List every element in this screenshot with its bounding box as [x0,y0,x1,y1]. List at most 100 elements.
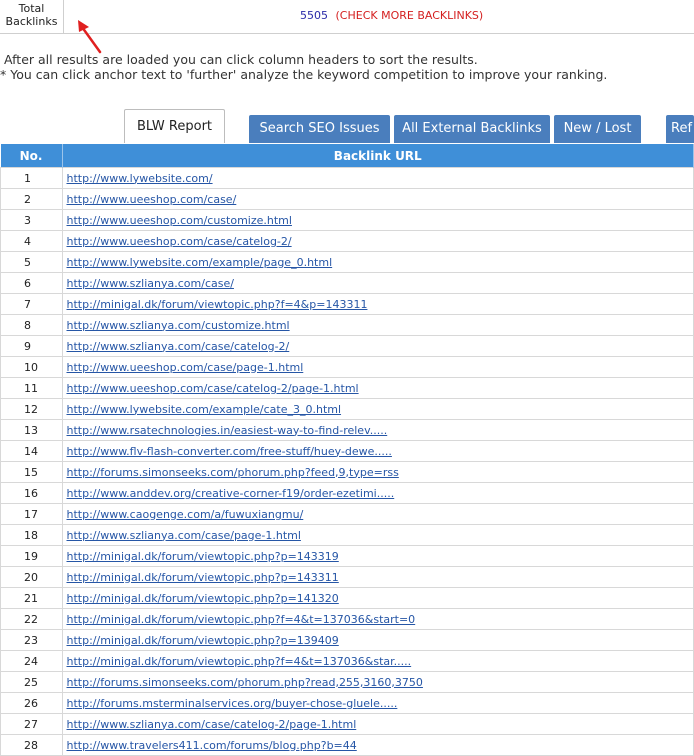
backlink-url-link[interactable]: http://minigal.dk/forum/viewtopic.php?f=… [67,613,416,626]
backlink-url-cell: http://www.ueeshop.com/case/catelog-2/ [61,230,694,252]
backlink-url-link[interactable]: http://forums.simonseeks.com/phorum.php?… [67,676,423,689]
row-number: 14 [0,440,63,462]
backlink-url-cell: http://forums.simonseeks.com/phorum.php?… [61,671,694,693]
backlink-url-cell: http://www.anddev.org/creative-corner-f1… [61,482,694,504]
total-backlinks-value: 5505 (CHECK MORE BACKLINKS) [300,9,483,22]
backlink-url-link[interactable]: http://minigal.dk/forum/viewtopic.php?p=… [67,634,339,647]
row-number: 28 [0,734,63,756]
table-row: 13 http://www.rsatechnologies.in/easiest-… [0,419,694,441]
table-row: 15 http://forums.simonseeks.com/phorum.ph… [0,461,694,483]
backlink-url-cell: http://minigal.dk/forum/viewtopic.php?p=… [61,587,694,609]
row-number: 11 [0,377,63,399]
row-number: 27 [0,713,63,735]
tab-ref[interactable]: Ref [666,115,694,143]
table-row: 6 http://www.szlianya.com/case/ [0,272,694,294]
backlink-url-cell: http://forums.msterminalservices.org/buy… [61,692,694,714]
backlink-url-link[interactable]: http://www.lywebsite.com/example/page_0.… [67,256,333,269]
backlink-url-cell: http://minigal.dk/forum/viewtopic.php?p=… [61,545,694,567]
tab-all-external-backlinks[interactable]: All External Backlinks [394,115,550,143]
table-row: 2 http://www.ueeshop.com/case/ [0,188,694,210]
row-number: 21 [0,587,63,609]
total-label-line2: Backlinks [5,15,58,28]
backlink-url-link[interactable]: http://www.lywebsite.com/ [67,172,213,185]
backlink-url-link[interactable]: http://forums.simonseeks.com/phorum.php?… [67,466,399,479]
backlink-url-link[interactable]: http://www.szlianya.com/case/catelog-2/ [67,340,290,353]
backlink-url-cell: http://www.lywebsite.com/ [61,167,694,189]
row-number: 23 [0,629,63,651]
row-number: 15 [0,461,63,483]
backlink-url-link[interactable]: http://www.travelers411.com/forums/blog.… [67,739,357,752]
row-number: 19 [0,545,63,567]
backlink-url-link[interactable]: http://minigal.dk/forum/viewtopic.php?p=… [67,571,339,584]
backlink-url-cell: http://www.lywebsite.com/example/cate_3_… [61,398,694,420]
backlink-url-link[interactable]: http://www.szlianya.com/case/catelog-2/p… [67,718,357,731]
instructions-line2: * You can click anchor text to 'further'… [0,66,608,82]
table-row: 8 http://www.szlianya.com/customize.html [0,314,694,336]
instructions: After all results are loaded you can cli… [0,52,607,82]
backlink-url-link[interactable]: http://www.ueeshop.com/case/ [67,193,237,206]
table-row: 9 http://www.szlianya.com/case/catelog-2/ [0,335,694,357]
backlink-url-cell: http://www.ueeshop.com/case/catelog-2/pa… [61,377,694,399]
backlink-url-link[interactable]: http://minigal.dk/forum/viewtopic.php?p=… [67,592,339,605]
backlink-url-link[interactable]: http://forums.msterminalservices.org/buy… [67,697,398,710]
table-row: 3 http://www.ueeshop.com/customize.html [0,209,694,231]
backlink-url-cell: http://www.szlianya.com/customize.html [61,314,694,336]
backlink-url-cell: http://www.ueeshop.com/case/page-1.html [61,356,694,378]
row-number: 12 [0,398,63,420]
backlink-url-link[interactable]: http://www.lywebsite.com/example/cate_3_… [67,403,342,416]
table-row: 14 http://www.flv-flash-converter.com/fre… [0,440,694,462]
table-row: 5 http://www.lywebsite.com/example/page_0… [0,251,694,273]
total-label-line1: Total [18,2,45,15]
table-row: 26 http://forums.msterminalservices.org/b… [0,692,694,714]
table-row: 27 http://www.szlianya.com/case/catelog-2… [0,713,694,735]
backlink-url-link[interactable]: http://minigal.dk/forum/viewtopic.php?f=… [67,655,412,668]
row-number: 9 [0,335,63,357]
column-header-backlink-url[interactable]: Backlink URL [62,144,694,168]
backlink-url-cell: http://www.ueeshop.com/customize.html [61,209,694,231]
backlink-url-link[interactable]: http://www.caogenge.com/a/fuwuxiangmu/ [67,508,304,521]
backlink-url-link[interactable]: http://www.ueeshop.com/customize.html [67,214,292,227]
tab-blw-report[interactable]: BLW Report [124,109,225,143]
backlink-url-cell: http://minigal.dk/forum/viewtopic.php?f=… [61,650,694,672]
tab-new-lost[interactable]: New / Lost [554,115,641,143]
column-header-no[interactable]: No. [0,144,63,168]
backlink-url-link[interactable]: http://www.flv-flash-converter.com/free-… [67,445,392,458]
row-number: 17 [0,503,63,525]
backlink-url-link[interactable]: http://www.szlianya.com/case/ [67,277,234,290]
row-number: 24 [0,650,63,672]
backlink-url-link[interactable]: http://minigal.dk/forum/viewtopic.php?p=… [67,550,339,563]
table-row: 21 http://minigal.dk/forum/viewtopic.php?… [0,587,694,609]
instructions-line1: After all results are loaded you can cli… [4,52,478,67]
backlink-url-link[interactable]: http://www.ueeshop.com/case/catelog-2/ [67,235,292,248]
report-tabs: BLW Report Search SEO Issues All Externa… [0,108,694,144]
row-number: 3 [0,209,63,231]
row-number: 4 [0,230,63,252]
row-number: 22 [0,608,63,630]
table-row: 28 http://www.travelers411.com/forums/blo… [0,734,694,756]
backlink-url-cell: http://minigal.dk/forum/viewtopic.php?p=… [61,566,694,588]
row-number: 25 [0,671,63,693]
backlink-url-cell: http://www.caogenge.com/a/fuwuxiangmu/ [61,503,694,525]
total-backlinks-label: Total Backlinks [0,0,64,33]
backlink-url-link[interactable]: http://www.szlianya.com/customize.html [67,319,290,332]
table-row: 22 http://minigal.dk/forum/viewtopic.php?… [0,608,694,630]
backlink-url-link[interactable]: http://www.rsatechnologies.in/easiest-wa… [67,424,388,437]
row-number: 20 [0,566,63,588]
table-row: 12 http://www.lywebsite.com/example/cate_… [0,398,694,420]
row-number: 13 [0,419,63,441]
backlink-url-cell: http://www.flv-flash-converter.com/free-… [61,440,694,462]
backlink-url-cell: http://www.lywebsite.com/example/page_0.… [61,251,694,273]
row-number: 16 [0,482,63,504]
table-row: 11 http://www.ueeshop.com/case/catelog-2/… [0,377,694,399]
table-header-row: No. Backlink URL [0,144,694,168]
backlink-url-link[interactable]: http://www.szlianya.com/case/page-1.html [67,529,301,542]
backlink-url-link[interactable]: http://minigal.dk/forum/viewtopic.php?f=… [67,298,368,311]
tab-search-seo-issues[interactable]: Search SEO Issues [249,115,390,143]
backlink-url-link[interactable]: http://www.anddev.org/creative-corner-f1… [67,487,395,500]
check-more-backlinks-link[interactable]: (CHECK MORE BACKLINKS) [336,9,484,22]
row-number: 1 [0,167,63,189]
backlink-url-cell: http://minigal.dk/forum/viewtopic.php?f=… [61,608,694,630]
backlink-url-link[interactable]: http://www.ueeshop.com/case/page-1.html [67,361,304,374]
backlink-url-link[interactable]: http://www.ueeshop.com/case/catelog-2/pa… [67,382,359,395]
row-number: 10 [0,356,63,378]
